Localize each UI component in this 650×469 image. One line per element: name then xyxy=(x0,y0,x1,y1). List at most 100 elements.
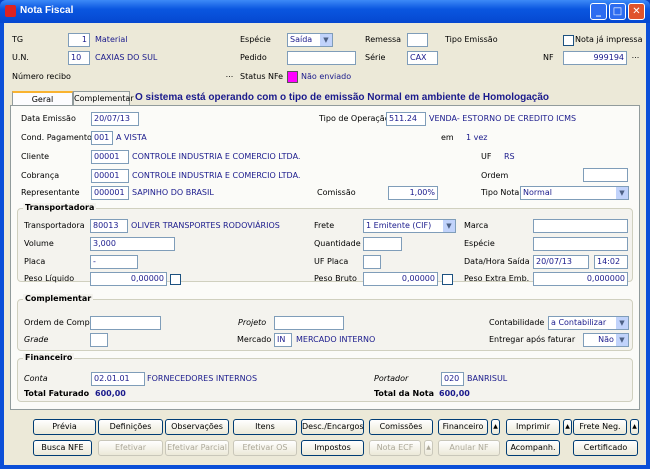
recibo-lookup-button[interactable]: ... xyxy=(224,71,235,83)
geral-panel: Data Emissão 20/07/13 Tipo de Operação 5… xyxy=(10,105,640,410)
tipo-nota-select[interactable]: Normal ▼ xyxy=(520,186,629,200)
tab-complementar[interactable]: Complementar xyxy=(73,91,134,106)
un-input[interactable]: 10 xyxy=(68,51,90,65)
tipo-operacao-desc: VENDA- ESTORNO DE CREDITO ICMS xyxy=(429,114,577,123)
nota-impressa-checkbox[interactable] xyxy=(563,35,574,46)
comissoes-button[interactable]: Comissões xyxy=(369,419,433,435)
comissao-label: Comissão xyxy=(317,188,356,197)
itens-button[interactable]: Itens xyxy=(233,419,297,435)
minimize-button[interactable]: _ xyxy=(590,3,607,20)
efetivar-button[interactable]: Efetivar xyxy=(98,440,163,456)
quantidade-label: Quantidade xyxy=(314,239,361,248)
nf-lookup-button[interactable]: ... xyxy=(630,52,641,64)
maximize-button[interactable]: □ xyxy=(609,3,626,20)
transportadora-section: Transportadora Transportadora 80013 OLIV… xyxy=(17,203,633,286)
especie-input[interactable] xyxy=(533,237,628,251)
peso-bruto-input[interactable]: 0,00000 xyxy=(363,272,438,286)
tg-input[interactable]: 1 xyxy=(68,33,90,47)
impostos-button[interactable]: Impostos xyxy=(301,440,364,456)
conta-input[interactable]: 02.01.01 xyxy=(91,372,145,386)
desc-encargos-button[interactable]: Desc./Encargos xyxy=(301,419,364,435)
window-title: Nota Fiscal xyxy=(20,5,74,16)
frete-neg-menu-arrow[interactable]: ▲ xyxy=(630,419,639,435)
transportadora-desc: OLIVER TRANSPORTES RODOVIÁRIOS xyxy=(131,221,280,230)
total-nota-value: 600,00 xyxy=(439,389,470,398)
grade-input[interactable] xyxy=(90,333,108,347)
cobranca-input[interactable]: 00001 xyxy=(91,169,129,183)
projeto-input[interactable] xyxy=(274,316,344,330)
entregar-select[interactable]: Não ▼ xyxy=(583,333,629,347)
observacoes-button[interactable]: Observações xyxy=(165,419,229,435)
total-nota-label: Total da Nota xyxy=(374,389,434,398)
portador-desc: BANRISUL xyxy=(467,374,508,383)
frete-neg-button[interactable]: Frete Neg. xyxy=(573,419,627,435)
data-saida-input[interactable]: 20/07/13 xyxy=(533,255,589,269)
ordem-input[interactable] xyxy=(583,168,628,182)
busca-nfe-button[interactable]: Busca NFE xyxy=(33,440,92,456)
imprimir-button[interactable]: Imprimir xyxy=(506,419,560,435)
cobranca-desc: CONTROLE INDUSTRIA E COMERCIO LTDA. xyxy=(132,171,301,180)
projeto-label: Projeto xyxy=(238,318,267,327)
status-nfe-label: Status NFe xyxy=(240,72,284,81)
especie-select[interactable]: Saída ▼ xyxy=(287,33,333,47)
imprimir-menu-arrow[interactable]: ▲ xyxy=(563,419,572,435)
data-emissao-label: Data Emissão xyxy=(21,114,76,123)
remessa-input[interactable] xyxy=(407,33,428,47)
certificado-button[interactable]: Certificado xyxy=(573,440,638,456)
uf-placa-input[interactable] xyxy=(363,255,381,269)
peso-liquido-checkbox[interactable] xyxy=(170,274,181,285)
portador-input[interactable]: 020 xyxy=(441,372,464,386)
anular-nf-button[interactable]: Anular NF xyxy=(438,440,500,456)
tipo-nota-label: Tipo Nota xyxy=(481,188,520,197)
cliente-label: Cliente xyxy=(21,152,50,161)
transportadora-input[interactable]: 80013 xyxy=(90,219,128,233)
mercado-input[interactable]: IN xyxy=(274,333,292,347)
serie-input[interactable]: CAX xyxy=(407,51,438,65)
chevron-down-icon: ▼ xyxy=(616,187,628,199)
definicoes-button[interactable]: Definições xyxy=(98,419,163,435)
volume-label: Volume xyxy=(24,239,54,248)
window: Nota Fiscal _ □ ✕ TG 1 Material Espécie … xyxy=(0,0,650,469)
hora-saida-input[interactable]: 14:02 xyxy=(594,255,628,269)
data-emissao-input[interactable]: 20/07/13 xyxy=(91,112,139,126)
efetivar-os-button[interactable]: Efetivar OS xyxy=(233,440,297,456)
complementar-section: Complementar Ordem de Compra Projeto Con… xyxy=(17,294,633,351)
cobranca-label: Cobrança xyxy=(21,171,60,180)
efetivar-parcial-button[interactable]: Efetivar Parcial xyxy=(165,440,229,456)
quantidade-input[interactable] xyxy=(363,237,402,251)
financeiro-menu-arrow[interactable]: ▲ xyxy=(491,419,500,435)
previa-button[interactable]: Prévia xyxy=(33,419,96,435)
peso-extra-input[interactable]: 0,000000 xyxy=(533,272,628,286)
tipo-nota-value: Normal xyxy=(523,188,552,197)
tipo-operacao-input[interactable]: 511.24 xyxy=(386,112,426,126)
nota-ecf-menu-arrow[interactable]: ▲ xyxy=(424,440,433,456)
volume-input[interactable]: 3,000 xyxy=(90,237,175,251)
uf-label: UF xyxy=(481,152,492,161)
conta-label: Conta xyxy=(24,374,48,383)
title-bar[interactable]: Nota Fiscal _ □ ✕ xyxy=(0,0,650,23)
peso-bruto-checkbox[interactable] xyxy=(442,274,453,285)
representante-input[interactable]: 000001 xyxy=(91,186,129,200)
cond-pagamento-input[interactable]: 001 xyxy=(91,131,113,145)
uf-value: RS xyxy=(504,152,515,161)
nota-ecf-button[interactable]: Nota ECF xyxy=(369,440,421,456)
close-button[interactable]: ✕ xyxy=(628,3,645,20)
app-icon xyxy=(5,5,16,17)
cliente-input[interactable]: 00001 xyxy=(91,150,129,164)
frete-select[interactable]: 1 Emitente (CIF) ▼ xyxy=(363,219,456,233)
contabilidade-select[interactable]: a Contabilizar ▼ xyxy=(548,316,629,330)
marca-input[interactable] xyxy=(533,219,628,233)
financeiro-button[interactable]: Financeiro xyxy=(438,419,488,435)
form-body: TG 1 Material Espécie Saída ▼ Remessa Tip… xyxy=(4,23,646,465)
nf-input[interactable]: 999194 xyxy=(563,51,627,65)
cond-pagamento-label: Cond. Pagamento xyxy=(21,133,92,142)
peso-liquido-input[interactable]: 0,00000 xyxy=(90,272,167,286)
acompanhamento-button[interactable]: Acompanh. xyxy=(506,440,560,456)
peso-extra-label: Peso Extra Emb. xyxy=(464,274,530,283)
placa-input[interactable]: - xyxy=(90,255,138,269)
financeiro-section: Financeiro Conta 02.01.01 FORNECEDORES I… xyxy=(17,353,633,402)
ordem-compra-input[interactable] xyxy=(90,316,161,330)
representante-desc: SAPINHO DO BRASIL xyxy=(132,188,214,197)
comissao-input[interactable]: 1,00% xyxy=(388,186,438,200)
pedido-input[interactable] xyxy=(287,51,356,65)
